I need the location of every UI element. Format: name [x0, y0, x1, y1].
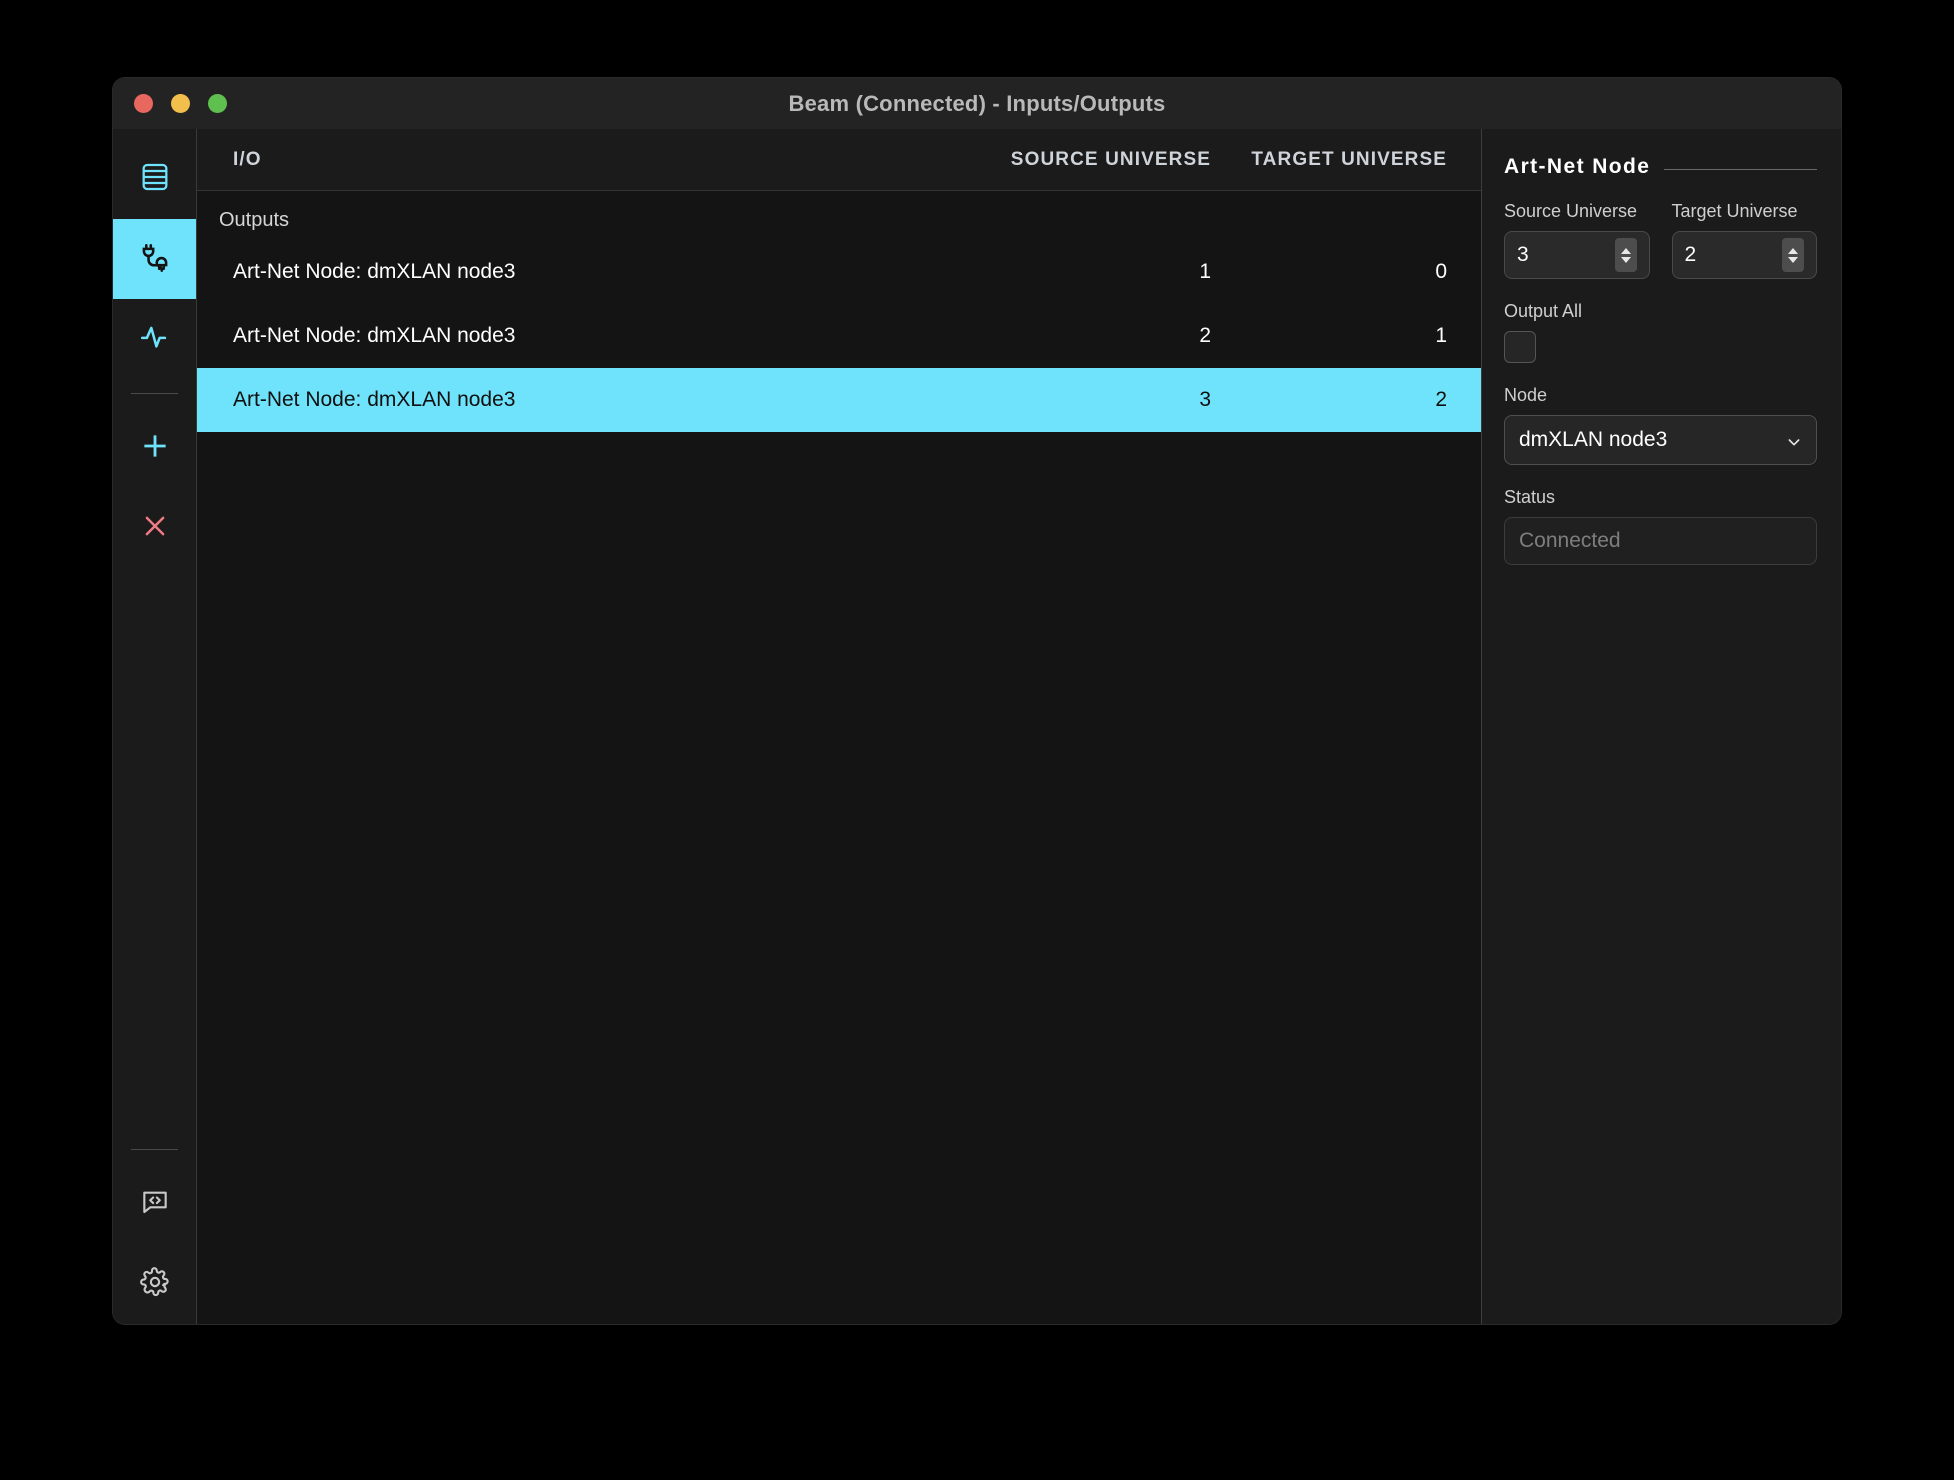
window-title: Beam (Connected) - Inputs/Outputs — [788, 90, 1166, 116]
sidebar-rail — [113, 129, 197, 1324]
title-bar: Beam (Connected) - Inputs/Outputs — [113, 78, 1841, 129]
inspector-title: Art-Net Node — [1504, 155, 1651, 178]
app-window: Beam (Connected) - Inputs/Outputs I/O SO… — [113, 78, 1841, 1324]
chevron-up-icon[interactable] — [1620, 247, 1631, 254]
status-value: Connected — [1519, 529, 1621, 552]
window-controls — [113, 94, 227, 113]
maximize-window-button[interactable] — [208, 94, 227, 113]
table-body: Outputs Art-Net Node: dmXLAN node3 1 0 A… — [197, 191, 1481, 1324]
code-bubble-icon — [139, 1186, 171, 1223]
sidebar-item-list[interactable] — [113, 139, 196, 219]
list-icon — [138, 160, 172, 199]
row-group-label-outputs: Outputs — [219, 209, 290, 231]
sidebar-item-add[interactable] — [113, 408, 196, 488]
output-all-group: Output All — [1504, 301, 1817, 363]
cell-io: Art-Net Node: dmXLAN node3 — [233, 388, 516, 411]
universe-fields: Source Universe 3 Target Universe 2 — [1504, 201, 1817, 279]
inspector-title-row: Art-Net Node — [1504, 155, 1817, 179]
node-select-value: dmXLAN node3 — [1519, 428, 1668, 451]
source-universe-spin-buttons[interactable] — [1614, 238, 1637, 272]
minimize-window-button[interactable] — [171, 94, 190, 113]
plug-cable-icon — [137, 239, 173, 280]
plus-icon — [138, 429, 172, 468]
chevron-down-icon[interactable] — [1620, 256, 1631, 263]
window-body: I/O SOURCE UNIVERSE TARGET UNIVERSE Outp… — [113, 129, 1841, 1324]
node-label: Node — [1504, 385, 1548, 405]
status-label: Status — [1504, 487, 1556, 507]
sidebar-item-remove[interactable] — [113, 488, 196, 568]
column-header-io[interactable]: I/O — [233, 149, 965, 171]
io-table: I/O SOURCE UNIVERSE TARGET UNIVERSE Outp… — [197, 129, 1481, 1324]
target-universe-value: 2 — [1684, 243, 1697, 266]
sidebar-item-activity[interactable] — [113, 299, 196, 379]
chevron-down-icon — [1786, 432, 1802, 448]
chevron-down-icon[interactable] — [1788, 256, 1798, 263]
column-header-source-universe[interactable]: SOURCE UNIVERSE — [965, 149, 1211, 171]
source-universe-stepper[interactable]: 3 — [1504, 231, 1650, 279]
target-universe-label: Target Universe — [1671, 201, 1798, 221]
node-group: Node dmXLAN node3 — [1504, 385, 1817, 465]
table-row-selected[interactable]: Art-Net Node: dmXLAN node3 3 2 — [197, 368, 1481, 432]
close-window-button[interactable] — [134, 94, 153, 113]
node-select[interactable]: dmXLAN node3 — [1504, 415, 1817, 465]
target-universe-stepper[interactable]: 2 — [1671, 231, 1817, 279]
table-header-row: I/O SOURCE UNIVERSE TARGET UNIVERSE — [197, 129, 1481, 191]
source-universe-label: Source Universe — [1504, 201, 1638, 221]
cell-source-universe: 2 — [1199, 324, 1211, 347]
cell-source-universe: 3 — [1199, 388, 1211, 411]
cell-target-universe: 0 — [1435, 260, 1447, 283]
cell-io: Art-Net Node: dmXLAN node3 — [233, 324, 516, 347]
desktop-background: Beam (Connected) - Inputs/Outputs I/O SO… — [0, 0, 1954, 1480]
table-row[interactable]: Art-Net Node: dmXLAN node3 1 0 — [197, 240, 1481, 304]
source-universe-value: 3 — [1517, 243, 1529, 266]
inspector-panel: Art-Net Node Source Universe 3 Target Un… — [1481, 129, 1841, 1324]
sidebar-divider-top — [131, 393, 178, 394]
column-header-target-universe[interactable]: TARGET UNIVERSE — [1211, 149, 1447, 171]
target-universe-group: Target Universe 2 — [1671, 201, 1817, 279]
cell-target-universe: 2 — [1435, 388, 1447, 411]
chevron-up-icon[interactable] — [1788, 247, 1798, 254]
sidebar-item-console[interactable] — [113, 1164, 196, 1244]
inspector-title-rule — [1664, 168, 1817, 170]
output-all-label: Output All — [1504, 301, 1583, 321]
table-row[interactable]: Art-Net Node: dmXLAN node3 2 1 — [197, 304, 1481, 368]
cell-source-universe: 1 — [1199, 260, 1211, 283]
sidebar-item-settings[interactable] — [113, 1244, 196, 1324]
source-universe-group: Source Universe 3 — [1504, 201, 1650, 279]
cell-target-universe: 1 — [1435, 324, 1447, 347]
output-all-checkbox[interactable] — [1504, 331, 1536, 363]
status-field: Connected — [1504, 517, 1817, 565]
status-group: Status Connected — [1504, 487, 1817, 565]
sidebar-divider-bottom — [131, 1149, 178, 1150]
gear-icon — [139, 1266, 171, 1303]
activity-pulse-icon — [138, 320, 172, 359]
sidebar-item-inputs-outputs[interactable] — [113, 219, 196, 299]
close-x-icon — [140, 511, 170, 546]
target-universe-spin-buttons[interactable] — [1782, 238, 1804, 272]
cell-io: Art-Net Node: dmXLAN node3 — [233, 260, 516, 283]
